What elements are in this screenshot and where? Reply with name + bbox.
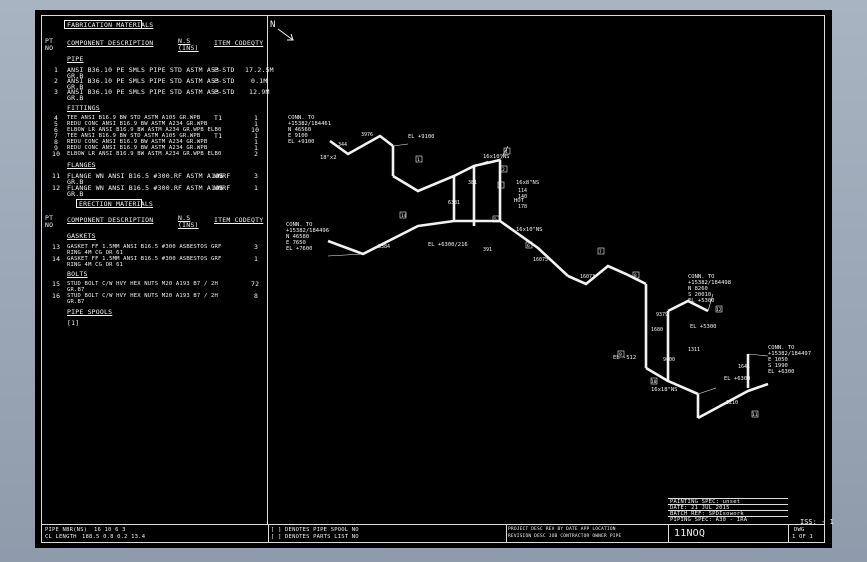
bottom-strip: PIPE NBR(NS) 16 10 6 3 CL LENGTH 188.5 0… xyxy=(42,524,824,543)
svg-text:18"x2: 18"x2 xyxy=(320,155,337,161)
fittings-heading: FITTINGS xyxy=(67,104,100,112)
svg-text:4: 4 xyxy=(505,149,508,155)
leader-lines xyxy=(327,143,769,395)
flanges-heading: FLANGES xyxy=(67,161,96,169)
sheet-of: 1 OF 1 xyxy=(792,534,814,540)
issue-label: ISS: - 1 xyxy=(800,518,834,526)
col-ns: N.S (INS) xyxy=(178,214,199,229)
svg-text:10: 10 xyxy=(651,379,657,385)
north-label: N xyxy=(270,20,275,30)
svg-text:EL +5300: EL +5300 xyxy=(690,324,717,330)
svg-text:14: 14 xyxy=(401,213,407,219)
revision-row-2: REVISION DESC JOB CONTRACTOR OWNER PIPE xyxy=(508,534,622,539)
svg-text:12: 12 xyxy=(716,307,722,313)
svg-text:1680: 1680 xyxy=(651,327,663,333)
isometric-drawing: N CONN. TO +15382/184461 N 46560 E 9100 … xyxy=(270,20,811,420)
drawing-sheet: FABRICATION MATERIALS PT NO COMPONENT DE… xyxy=(41,15,825,543)
title-block: PAINTING SPEC: unset DATE: 21 JUL 2015 B… xyxy=(668,498,788,524)
svg-text:16x18"NS: 16x18"NS xyxy=(651,387,678,393)
pipe-heading: PIPE xyxy=(67,55,84,63)
connection-block-4: CONN. TO +15382/184497 E 1050 S 1990 EL … xyxy=(768,345,811,375)
svg-text:9: 9 xyxy=(619,352,622,358)
sheet-label: DWG xyxy=(794,527,805,533)
pipe-spools-heading: PIPE SPOOLS xyxy=(67,308,113,316)
svg-text:8: 8 xyxy=(634,273,637,279)
pt-no-label: PT NO xyxy=(45,214,54,229)
spool-item: [1] xyxy=(67,319,80,327)
bolts-heading: BOLTS xyxy=(67,270,88,278)
svg-text:EL +6300/216: EL +6300/216 xyxy=(428,242,468,248)
svg-text:6381: 6381 xyxy=(448,200,460,206)
cl-length-values: 188.5 0.8 0.2 13.4 xyxy=(82,534,146,540)
svg-text:EL +6300: EL +6300 xyxy=(724,376,751,382)
dimension-labels: 3976 344 381 3384 391 114 140 178 6381 1… xyxy=(338,132,750,406)
col-qty: QTY xyxy=(251,39,264,47)
connection-block-1: CONN. TO +15382/184461 N 46560 E 9100 EL… xyxy=(288,115,331,145)
svg-text:EL +6300: EL +6300 xyxy=(768,369,795,375)
svg-text:16075: 16075 xyxy=(533,257,548,263)
bill-of-materials: FABRICATION MATERIALS PT NO COMPONENT DE… xyxy=(42,16,274,524)
svg-text:6: 6 xyxy=(527,243,530,249)
iso-labels: 18"x2 16x10"NS EL +9100 EL +6300/216 EL … xyxy=(320,134,751,393)
fabrication-title: FABRICATION MATERIALS xyxy=(67,21,154,29)
svg-text:EL +9100: EL +9100 xyxy=(408,134,435,140)
gaskets-heading: GASKETS xyxy=(67,232,96,240)
svg-text:16x10"NS: 16x10"NS xyxy=(516,227,543,233)
svg-text:2210: 2210 xyxy=(726,400,738,406)
svg-text:EL +7600: EL +7600 xyxy=(286,246,313,252)
drawing-number: 11NOQ xyxy=(674,528,706,539)
svg-text:1311: 1311 xyxy=(688,347,700,353)
svg-text:EL +5300: EL +5300 xyxy=(688,298,715,304)
cl-length-label: CL LENGTH xyxy=(45,534,77,540)
drawing-frame: FABRICATION MATERIALS PT NO COMPONENT DE… xyxy=(35,10,832,548)
pipe-nbr-label: PIPE NBR(NS) xyxy=(45,527,88,533)
svg-text:1: 1 xyxy=(417,157,420,163)
svg-text:344: 344 xyxy=(338,142,347,148)
col-qty: QTY xyxy=(251,216,264,224)
revision-row-1: PROJECT DESC REV BY DATE APP LOCATION xyxy=(508,527,616,532)
pt-no-label: PT NO xyxy=(45,37,54,52)
svg-text:16073: 16073 xyxy=(580,274,595,280)
svg-text:7: 7 xyxy=(599,249,602,255)
svg-text:2: 2 xyxy=(502,167,505,173)
svg-text:391: 391 xyxy=(483,247,492,253)
connection-block-2: CONN. TO +15382/184496 N 46580 E 7650 EL… xyxy=(286,222,329,252)
svg-text:16x8"NS: 16x8"NS xyxy=(516,180,539,186)
col-item-code: ITEM CODE xyxy=(214,216,252,224)
note-spool: [ ] DENOTES PIPE SPOOL NO xyxy=(271,527,359,533)
erection-title: ERECTION MATERIALS xyxy=(79,200,154,208)
col-ns: N.S (INS) xyxy=(178,37,199,52)
pipe-nbr-values: 16 10 6 3 xyxy=(94,527,126,533)
north-arrow-icon xyxy=(277,28,294,41)
svg-text:EL -512: EL -512 xyxy=(613,355,636,361)
svg-text:3384: 3384 xyxy=(378,244,390,250)
note-parts: [ ] DENOTES PARTS LIST NO xyxy=(271,534,359,540)
svg-text:9000: 9000 xyxy=(663,357,675,363)
svg-text:3: 3 xyxy=(499,183,502,189)
svg-text:178: 178 xyxy=(518,204,527,210)
col-description: COMPONENT DESCRIPTION xyxy=(67,39,154,47)
svg-text:9379: 9379 xyxy=(656,312,668,318)
svg-text:3976: 3976 xyxy=(361,132,373,138)
svg-text:5: 5 xyxy=(494,217,497,223)
col-description: COMPONENT DESCRIPTION xyxy=(67,216,154,224)
col-item-code: ITEM CODE xyxy=(214,39,252,47)
connection-block-3: CONN. TO +15382/184498 N 8260 S 20010 EL… xyxy=(688,274,731,304)
svg-text:1641: 1641 xyxy=(738,364,750,370)
svg-text:140: 140 xyxy=(518,194,527,200)
svg-text:11: 11 xyxy=(752,412,758,418)
piping-spec: PIPING SPEC: A30 - IRA xyxy=(670,517,748,523)
svg-text:EL +9100: EL +9100 xyxy=(288,139,315,145)
svg-text:381: 381 xyxy=(468,180,477,186)
